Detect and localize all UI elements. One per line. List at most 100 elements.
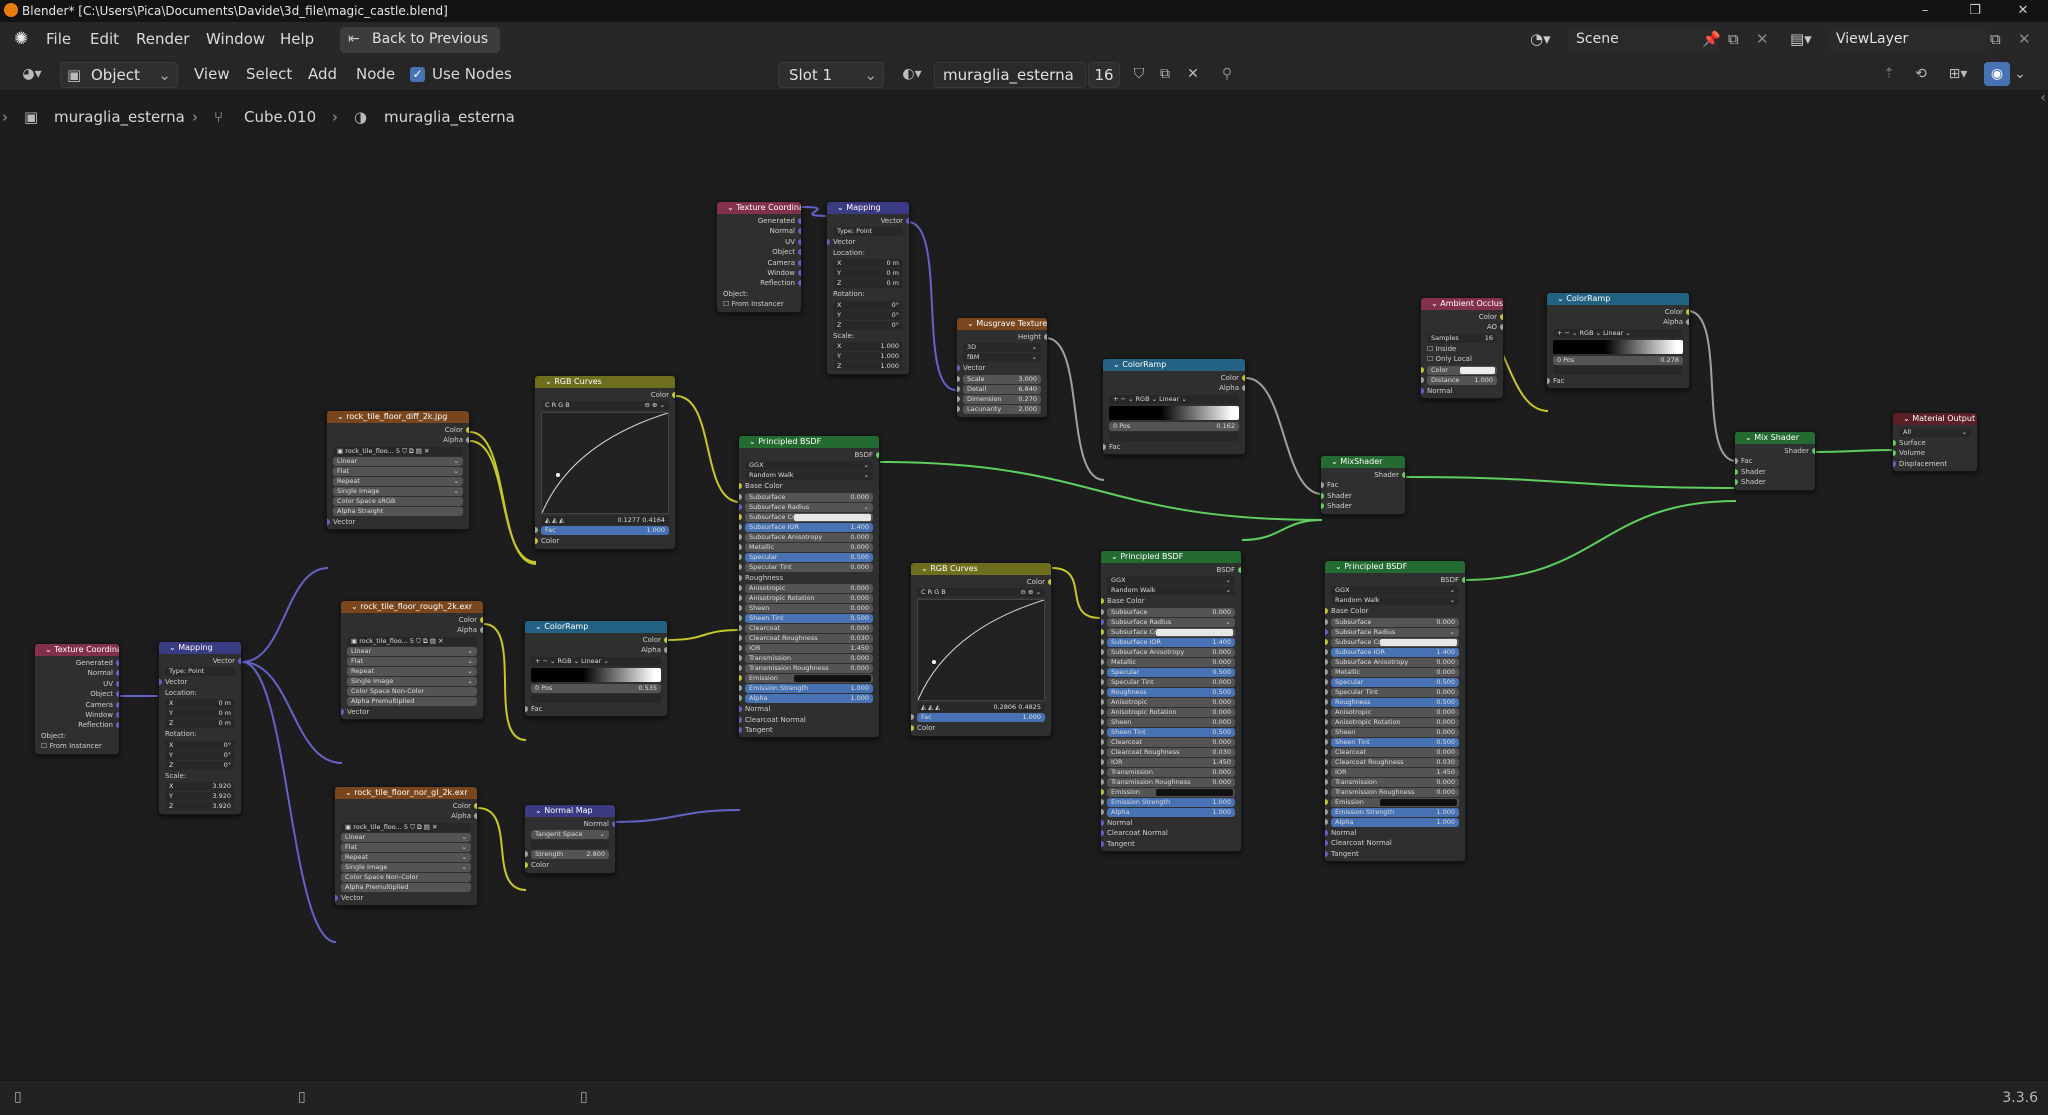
bsdf-input-field[interactable]: Transmission Roughness 0.000 bbox=[739, 664, 873, 674]
subsurface-radius-field[interactable]: Subsurface Radius ⌄ bbox=[1325, 627, 1459, 637]
socket-input[interactable] bbox=[1101, 758, 1104, 765]
socket-input[interactable] bbox=[1325, 658, 1328, 665]
socket-output[interactable] bbox=[906, 218, 909, 224]
ao-color-field[interactable]: Color bbox=[1421, 365, 1497, 375]
bsdf-input-field[interactable]: Subsurface 0.000 bbox=[1101, 607, 1235, 617]
snapping-icon[interactable]: ⟲ bbox=[1908, 62, 1934, 86]
bsdf-input-field[interactable]: Clearcoat Roughness 0.030 bbox=[739, 634, 873, 644]
alpha-mode-dropdown[interactable]: Alpha Premultiplied bbox=[341, 882, 471, 892]
socket-input[interactable] bbox=[1101, 678, 1104, 685]
node-ramp1[interactable]: ⌄ ColorRamp Color Alpha + − ⌄ RGB ⌄ Linear … bbox=[524, 620, 668, 718]
menu-add[interactable]: Add bbox=[308, 65, 337, 83]
socket-input[interactable] bbox=[1101, 638, 1104, 645]
bsdf-input-field[interactable]: Transmission 0.000 bbox=[1325, 777, 1459, 787]
menu-node[interactable]: Node bbox=[356, 65, 395, 83]
bsdf-input-field[interactable]: Roughness 0.500 bbox=[1325, 697, 1459, 707]
node-mapping2[interactable]: ⌄ Mapping Vector Type: Point Vector Location… bbox=[826, 201, 910, 375]
socket-output[interactable] bbox=[1812, 448, 1815, 454]
socket-input[interactable] bbox=[341, 708, 344, 715]
bsdf-input-field[interactable]: Emission Strength 1.000 bbox=[739, 684, 873, 694]
subsurface-method-dropdown[interactable]: Random Walk ⌄ bbox=[1331, 596, 1459, 606]
bsdf-input-field[interactable]: Sheen Tint 0.500 bbox=[739, 614, 873, 624]
bsdf-input-field[interactable]: Anisotropic 0.000 bbox=[1101, 697, 1235, 707]
socket-input[interactable] bbox=[739, 675, 742, 682]
socket-output[interactable] bbox=[474, 813, 477, 820]
mapping-type-dropdown[interactable]: Type: Point bbox=[165, 667, 235, 677]
editor-type-icon[interactable]: ◕▾ bbox=[12, 62, 52, 86]
socket-input[interactable] bbox=[957, 395, 960, 402]
socket-input[interactable] bbox=[739, 574, 742, 581]
socket-output[interactable] bbox=[474, 803, 477, 809]
location-field[interactable]: X0 m bbox=[165, 699, 235, 709]
socket-input[interactable] bbox=[739, 493, 742, 500]
node-img_diff[interactable]: ⌄ rock_tile_floor_diff_2k.jpg Color Alpha ▣… bbox=[326, 410, 470, 531]
socket-input[interactable] bbox=[1101, 598, 1104, 605]
socket-input[interactable] bbox=[911, 714, 914, 721]
bsdf-input-field[interactable]: Clearcoat 0.000 bbox=[1101, 737, 1235, 747]
curve-channel-tabs[interactable]: C R G B ⊖ ⊕ ⌄ bbox=[917, 588, 1045, 598]
bsdf-input-field[interactable]: Emission Strength 1.000 bbox=[1325, 807, 1459, 817]
socket-input[interactable] bbox=[739, 635, 742, 642]
delete-scene-icon[interactable]: ✕ bbox=[1756, 30, 1769, 48]
socket-output[interactable] bbox=[1242, 375, 1245, 381]
bsdf-input-field[interactable]: Anisotropic Rotation 0.000 bbox=[1325, 717, 1459, 727]
scale-field[interactable]: Z 1.000 bbox=[833, 361, 903, 371]
socket-input[interactable] bbox=[739, 716, 742, 723]
socket-input[interactable] bbox=[739, 585, 742, 592]
ramp-position-field[interactable]: 0 Pos 0.162 bbox=[1109, 421, 1239, 431]
image-option-dropdown[interactable]: Single Image ⌄ bbox=[333, 486, 463, 496]
node-texcoord1[interactable]: ⌄ Texture CoordinateGeneratedNormalUVObj… bbox=[34, 643, 120, 755]
bsdf-input-field[interactable]: Subsurface Anisotropy 0.000 bbox=[1325, 657, 1459, 667]
node-header[interactable]: ⌄ Normal Map bbox=[525, 805, 615, 817]
location-field[interactable]: Y0 m bbox=[833, 269, 903, 279]
socket-input[interactable] bbox=[739, 605, 742, 612]
distribution-dropdown[interactable]: GGX ⌄ bbox=[1107, 576, 1235, 586]
socket-input[interactable] bbox=[739, 665, 742, 672]
socket-input[interactable] bbox=[1101, 748, 1104, 755]
subsurface-color-field[interactable]: Subsurface Colo bbox=[1325, 637, 1459, 647]
node-header[interactable]: ⌄ MixShader bbox=[1321, 456, 1405, 468]
uv-map-field[interactable] bbox=[531, 840, 609, 850]
socket-output[interactable] bbox=[116, 670, 119, 677]
node-header[interactable]: ⌄ ColorRamp bbox=[525, 621, 667, 633]
new-viewlayer-icon[interactable]: ⧉ bbox=[1990, 30, 2001, 48]
socket-input[interactable] bbox=[1325, 840, 1328, 847]
bsdf-input-field[interactable]: Specular 0.500 bbox=[739, 552, 873, 562]
socket-output[interactable] bbox=[1238, 567, 1241, 573]
image-option-dropdown[interactable]: Linear ⌄ bbox=[333, 456, 463, 466]
socket-input[interactable] bbox=[739, 685, 742, 692]
socket-input[interactable] bbox=[1325, 778, 1328, 785]
socket-input[interactable] bbox=[739, 726, 742, 733]
subsurface-radius-field[interactable]: Subsurface Radius ⌄ bbox=[1101, 617, 1235, 627]
use-nodes-checkbox[interactable]: ✓ bbox=[410, 67, 425, 82]
socket-output[interactable] bbox=[798, 249, 801, 256]
socket-input[interactable] bbox=[1735, 458, 1738, 465]
curve-channel-tabs[interactable]: C R G B ⊖ ⊕ ⌄ bbox=[541, 401, 669, 411]
menu-edit[interactable]: Edit bbox=[90, 30, 119, 48]
bsdf-input-field[interactable]: Subsurface IOR 1.400 bbox=[1325, 647, 1459, 657]
bsdf-input-field[interactable]: IOR 1.450 bbox=[1325, 767, 1459, 777]
socket-input[interactable] bbox=[739, 523, 742, 530]
socket-input[interactable] bbox=[535, 527, 538, 534]
socket-output[interactable] bbox=[798, 218, 801, 224]
image-option-dropdown[interactable]: Flat ⌄ bbox=[341, 842, 471, 852]
socket-input[interactable] bbox=[739, 645, 742, 652]
normal-space-dropdown[interactable]: Tangent Space ⌄ bbox=[531, 830, 609, 840]
node-header[interactable]: ⌄ ColorRamp bbox=[1103, 359, 1245, 371]
socket-input[interactable] bbox=[1101, 658, 1104, 665]
socket-input[interactable] bbox=[1893, 460, 1896, 467]
socket-input[interactable] bbox=[1325, 808, 1328, 815]
strength-field[interactable]: Strength 2.800 bbox=[525, 850, 609, 860]
node-output[interactable]: ⌄ Material Output All ⌄ Surface Volume Displa… bbox=[1892, 412, 1978, 473]
socket-output[interactable] bbox=[1462, 577, 1465, 583]
socket-input[interactable] bbox=[1735, 479, 1738, 486]
bsdf-input-field[interactable]: IOR 1.450 bbox=[739, 644, 873, 654]
distribution-dropdown[interactable]: GGX ⌄ bbox=[1331, 586, 1459, 596]
color-space-dropdown[interactable]: Color Space Non-Color bbox=[341, 872, 471, 882]
bsdf-input-field[interactable]: Metallic 0.000 bbox=[1325, 667, 1459, 677]
bsdf-input-field[interactable]: Specular Tint 0.000 bbox=[1101, 677, 1235, 687]
socket-input[interactable] bbox=[535, 538, 538, 545]
rotation-field[interactable]: X 0° bbox=[833, 300, 903, 310]
socket-input[interactable] bbox=[1101, 788, 1104, 795]
socket-input[interactable] bbox=[1101, 808, 1104, 815]
